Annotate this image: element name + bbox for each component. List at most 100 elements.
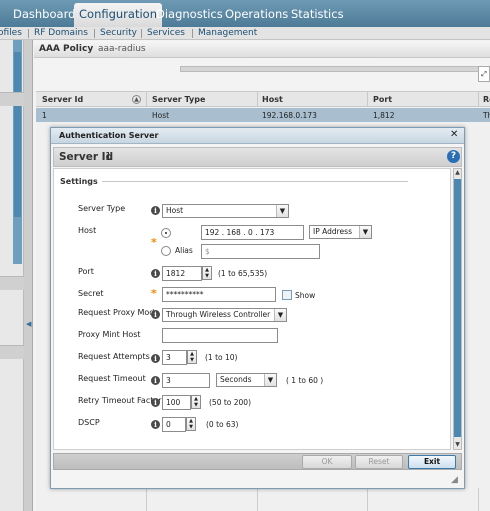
tab-diagnostics[interactable]: Diagnostics (151, 3, 228, 27)
cell-host: 192.168.0.173 (262, 111, 317, 120)
request-timeout-label: Request Timeout (78, 374, 146, 383)
column-header-server-type[interactable]: Server Type (152, 95, 205, 104)
request-timeout-input[interactable]: 3 (162, 373, 210, 388)
tab-dashboard[interactable]: Dashboard (8, 3, 80, 27)
scroll-up-icon[interactable]: ▲ (453, 168, 462, 177)
ip-type-value: IP Address (313, 227, 352, 236)
server-id-bar: Server Id 1 ? (53, 147, 462, 167)
alias-field[interactable]: $ (201, 244, 320, 259)
request-timeout-unit-select[interactable]: Seconds ▼ (216, 373, 277, 387)
settings-section-title: Settings (60, 177, 98, 186)
info-icon[interactable]: i (151, 420, 160, 429)
ip-octet-1: 192 (205, 228, 220, 237)
subnav-services[interactable]: Services (147, 27, 185, 40)
column-header-request[interactable]: Re (483, 95, 490, 104)
expand-icon[interactable]: ⤢ (478, 66, 490, 82)
left-panel-row[interactable] (0, 345, 24, 359)
info-icon[interactable]: i (151, 269, 160, 278)
host-label: Host (78, 226, 97, 235)
proxy-mint-host-input[interactable] (162, 328, 278, 343)
retry-timeout-factor-label: Retry Timeout Factor (78, 396, 162, 405)
server-type-select[interactable]: Host ▼ (162, 204, 289, 218)
ip-octet-4: 173 (259, 228, 275, 237)
show-secret-checkbox[interactable] (282, 290, 292, 300)
ip-type-select[interactable]: IP Address ▼ (309, 225, 372, 239)
host-ip-radio[interactable] (161, 228, 171, 238)
cell-port: 1,812 (373, 111, 395, 120)
subnav-profiles[interactable]: ofiles (0, 27, 22, 40)
help-icon[interactable]: ? (447, 150, 460, 163)
panel-splitter[interactable] (24, 40, 33, 511)
alias-placeholder: $ (205, 247, 210, 256)
cell-server-id: 1 (42, 111, 47, 120)
secret-value: ********** (166, 290, 204, 299)
host-ip-field[interactable]: 192 . 168 . 0 . 173 (201, 225, 304, 240)
port-label: Port (78, 267, 94, 276)
request-proxy-mode-select[interactable]: Through Wireless Controller ▼ (162, 308, 287, 322)
subnav-separator (141, 29, 142, 38)
show-secret-label: Show (295, 291, 316, 300)
column-header-host[interactable]: Host (262, 95, 283, 104)
dscp-input[interactable]: 0 (162, 417, 186, 432)
left-panel-row[interactable] (0, 92, 24, 106)
chevron-down-icon: ▼ (274, 309, 286, 321)
section-divider (102, 181, 408, 182)
retry-timeout-factor-value: 100 (166, 398, 181, 407)
close-icon[interactable]: ✕ (450, 129, 458, 140)
secret-input[interactable]: ********** (162, 287, 276, 302)
ip-octet-2: 168 (226, 228, 241, 237)
alias-label: Alias (175, 246, 193, 255)
sort-icon[interactable]: ▲ (132, 95, 141, 104)
dscp-value: 0 (166, 420, 171, 429)
dscp-label: DSCP (78, 418, 100, 427)
info-icon[interactable]: i (151, 354, 160, 363)
subnav-security[interactable]: Security (100, 27, 137, 40)
tab-configuration[interactable]: Configuration (74, 3, 162, 27)
column-separator (146, 488, 147, 511)
exit-button[interactable]: Exit (408, 455, 456, 469)
dscp-range-hint: (0 to 63) (206, 420, 239, 429)
secret-label: Secret (78, 289, 104, 298)
collapse-arrow-icon[interactable]: ◀ (26, 320, 31, 328)
subnav-management[interactable]: Management (198, 27, 257, 40)
retry-timeout-factor-input[interactable]: 100 (162, 395, 191, 410)
policy-name: aaa-radius (98, 44, 146, 54)
info-icon[interactable]: i (151, 206, 160, 215)
request-timeout-value: 3 (166, 376, 171, 385)
info-icon[interactable]: i (151, 310, 160, 319)
column-header-server-id[interactable]: Server Id (42, 95, 83, 104)
request-proxy-mode-value: Through Wireless Controller (166, 310, 271, 319)
reset-button[interactable]: Reset (355, 455, 403, 469)
top-navigation-bar: Dashboard Configuration Diagnostics Oper… (0, 0, 490, 27)
policy-title: AAA Policy (39, 44, 94, 54)
subnav-rf-domains[interactable]: RF Domains (34, 27, 88, 40)
retry-timeout-factor-stepper[interactable]: ▲ ▼ (191, 395, 201, 409)
dialog-title: Authentication Server (59, 131, 159, 140)
column-header-port[interactable]: Port (373, 95, 392, 104)
host-alias-radio[interactable] (161, 246, 171, 256)
tab-statistics[interactable]: Statistics (286, 3, 349, 27)
left-panel-scroll-thumb[interactable] (14, 52, 21, 217)
info-icon[interactable]: i (151, 376, 160, 385)
request-attempts-input[interactable]: 3 (162, 350, 187, 365)
dscp-stepper[interactable]: ▲ ▼ (186, 417, 196, 431)
scroll-down-icon[interactable]: ▼ (453, 440, 462, 449)
port-input[interactable]: 1812 (162, 266, 202, 281)
left-panel-row[interactable] (0, 276, 24, 290)
info-icon[interactable]: i (151, 398, 160, 407)
required-star-icon: * (151, 287, 157, 300)
ok-button[interactable]: OK (302, 455, 352, 469)
sub-navigation-bar: ofiles RF Domains Security Services Mana… (0, 27, 490, 40)
resize-grip-icon[interactable]: ◢ (451, 475, 458, 485)
port-stepper[interactable]: ▲ ▼ (202, 266, 212, 280)
port-value: 1812 (166, 269, 186, 278)
column-separator (146, 92, 147, 106)
request-attempts-value: 3 (166, 353, 171, 362)
column-separator (478, 92, 479, 106)
request-attempts-stepper[interactable]: ▲ ▼ (187, 350, 197, 364)
server-id-value: 1 (105, 151, 112, 163)
proxy-mint-host-label: Proxy Mint Host (78, 330, 141, 339)
dialog-titlebar[interactable]: Authentication Server ✕ (51, 128, 464, 144)
tab-operations[interactable]: Operations (220, 3, 293, 27)
settings-scroll-thumb[interactable] (454, 179, 461, 437)
